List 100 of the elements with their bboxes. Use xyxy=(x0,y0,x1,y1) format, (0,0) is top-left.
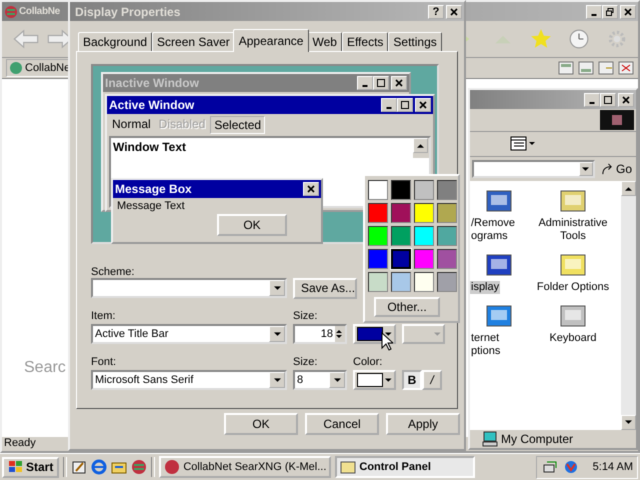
cancel-button[interactable]: Cancel xyxy=(305,413,379,435)
status-text: Ready xyxy=(4,437,36,449)
color-swatch[interactable] xyxy=(414,249,434,269)
color-swatch[interactable] xyxy=(368,180,388,200)
ok-button[interactable]: OK xyxy=(224,413,298,435)
caret-icon[interactable] xyxy=(334,378,340,382)
desktop-icon[interactable] xyxy=(71,459,88,475)
other-button[interactable]: Other... xyxy=(374,297,440,317)
globe-icon xyxy=(9,61,23,75)
control-panel-item[interactable]: isplay xyxy=(470,281,500,294)
tab[interactable]: Effects xyxy=(342,32,388,51)
computer-icon xyxy=(482,431,498,447)
windows-logo-icon xyxy=(8,460,24,474)
window-title: Display Properties xyxy=(75,4,180,18)
color-swatch[interactable] xyxy=(437,203,457,223)
tab[interactable]: Settings xyxy=(388,32,442,51)
minimize-icon xyxy=(589,102,595,104)
color-swatch[interactable] xyxy=(437,272,457,292)
color-label: Color: xyxy=(353,356,382,368)
page-icon[interactable] xyxy=(558,60,574,76)
color-button[interactable] xyxy=(353,324,396,344)
folder-icon xyxy=(340,459,356,475)
italic-button[interactable]: / xyxy=(422,370,442,390)
color-swatch[interactable] xyxy=(368,226,388,246)
page-icon[interactable] xyxy=(598,60,614,76)
scroll-down-icon[interactable] xyxy=(625,420,632,425)
scheme-label: Scheme: xyxy=(91,266,134,278)
color-swatch[interactable] xyxy=(414,226,434,246)
control-panel-item[interactable]: Folder Options xyxy=(536,281,610,294)
color-swatch[interactable] xyxy=(391,226,411,246)
window-text: Window Text xyxy=(112,139,187,156)
window-title: Inactive Window xyxy=(105,76,199,90)
tab[interactable]: Web xyxy=(307,32,342,51)
size-spinner[interactable]: 18 xyxy=(293,324,347,344)
views-icon[interactable] xyxy=(510,136,536,152)
maximize-icon xyxy=(604,96,612,104)
scrollbar[interactable] xyxy=(621,181,636,430)
color-swatch[interactable] xyxy=(437,226,457,246)
go-button[interactable]: Go xyxy=(598,159,634,179)
window-title: Message Box xyxy=(115,182,192,196)
minimize-icon xyxy=(591,14,597,16)
color-swatch[interactable] xyxy=(391,272,411,292)
caret-icon xyxy=(385,378,392,382)
window-title: Active Window xyxy=(109,98,194,112)
start-button[interactable]: Start xyxy=(2,456,60,478)
go-arrow-icon xyxy=(600,162,614,176)
color-swatch[interactable] xyxy=(368,203,388,223)
color-swatch[interactable] xyxy=(437,249,457,269)
color-swatch[interactable] xyxy=(391,203,411,223)
cursor-icon xyxy=(381,332,393,351)
color-swatch[interactable] xyxy=(414,180,434,200)
size-label: Size: xyxy=(293,310,318,322)
browser-icon[interactable] xyxy=(91,459,108,475)
color-swatch[interactable] xyxy=(368,272,388,292)
close-icon xyxy=(450,8,458,16)
color-swatch[interactable] xyxy=(414,272,434,292)
close-icon xyxy=(622,96,630,104)
item-dropdown[interactable]: Active Title Bar xyxy=(91,324,287,344)
window-title: CollabNe xyxy=(19,6,60,17)
caret-icon[interactable] xyxy=(274,332,280,336)
tab[interactable]: Appearance xyxy=(232,29,310,52)
star-icon[interactable] xyxy=(530,28,552,50)
close-icon[interactable] xyxy=(618,60,634,76)
spinner-arrows-icon[interactable] xyxy=(335,328,343,340)
caret-icon[interactable] xyxy=(274,378,280,382)
color-swatch[interactable] xyxy=(414,203,434,223)
color-swatch[interactable] xyxy=(391,249,411,269)
font-label: Font: xyxy=(91,356,118,368)
control-panel-item[interactable]: Keyboard xyxy=(548,332,598,345)
logo-icon xyxy=(600,110,634,130)
tab[interactable]: Background xyxy=(78,32,152,51)
color-swatch[interactable] xyxy=(391,180,411,200)
control-panel-item[interactable]: Administrative Tools xyxy=(537,217,609,243)
globe-icon xyxy=(164,459,180,475)
taskbar-button[interactable]: CollabNet SearXNG (K-Mel... xyxy=(159,456,332,478)
color-swatch[interactable] xyxy=(437,180,457,200)
taskbar-button[interactable]: Control Panel xyxy=(335,456,476,478)
tab[interactable]: Screen Saver xyxy=(152,32,235,51)
scroll-up-icon[interactable] xyxy=(625,186,632,191)
color-button[interactable] xyxy=(353,370,396,390)
caret-icon[interactable] xyxy=(274,286,280,290)
control-panel-item[interactable]: ternet ptions xyxy=(470,332,502,358)
address-field[interactable] xyxy=(472,160,595,178)
bold-button[interactable]: B xyxy=(402,370,422,390)
network-icon[interactable] xyxy=(542,459,559,475)
page-icon[interactable] xyxy=(578,60,594,76)
globe-icon[interactable] xyxy=(131,459,148,475)
apply-button[interactable]: Apply xyxy=(386,413,460,435)
caret-icon xyxy=(385,332,392,336)
minimize-icon xyxy=(386,107,392,109)
caret-icon[interactable] xyxy=(582,166,590,172)
font-dropdown[interactable]: Microsoft Sans Serif xyxy=(91,370,287,390)
control-panel-item[interactable]: /Remove ograms xyxy=(470,217,516,243)
item-label: Item: xyxy=(91,310,116,322)
color-swatch[interactable] xyxy=(368,249,388,269)
maximize-icon xyxy=(377,79,385,87)
globe-icon[interactable] xyxy=(562,459,579,475)
clock-icon[interactable] xyxy=(568,28,590,50)
save-as-button[interactable]: Save As... xyxy=(293,278,357,298)
font-size-dropdown[interactable]: 8 xyxy=(293,370,347,390)
